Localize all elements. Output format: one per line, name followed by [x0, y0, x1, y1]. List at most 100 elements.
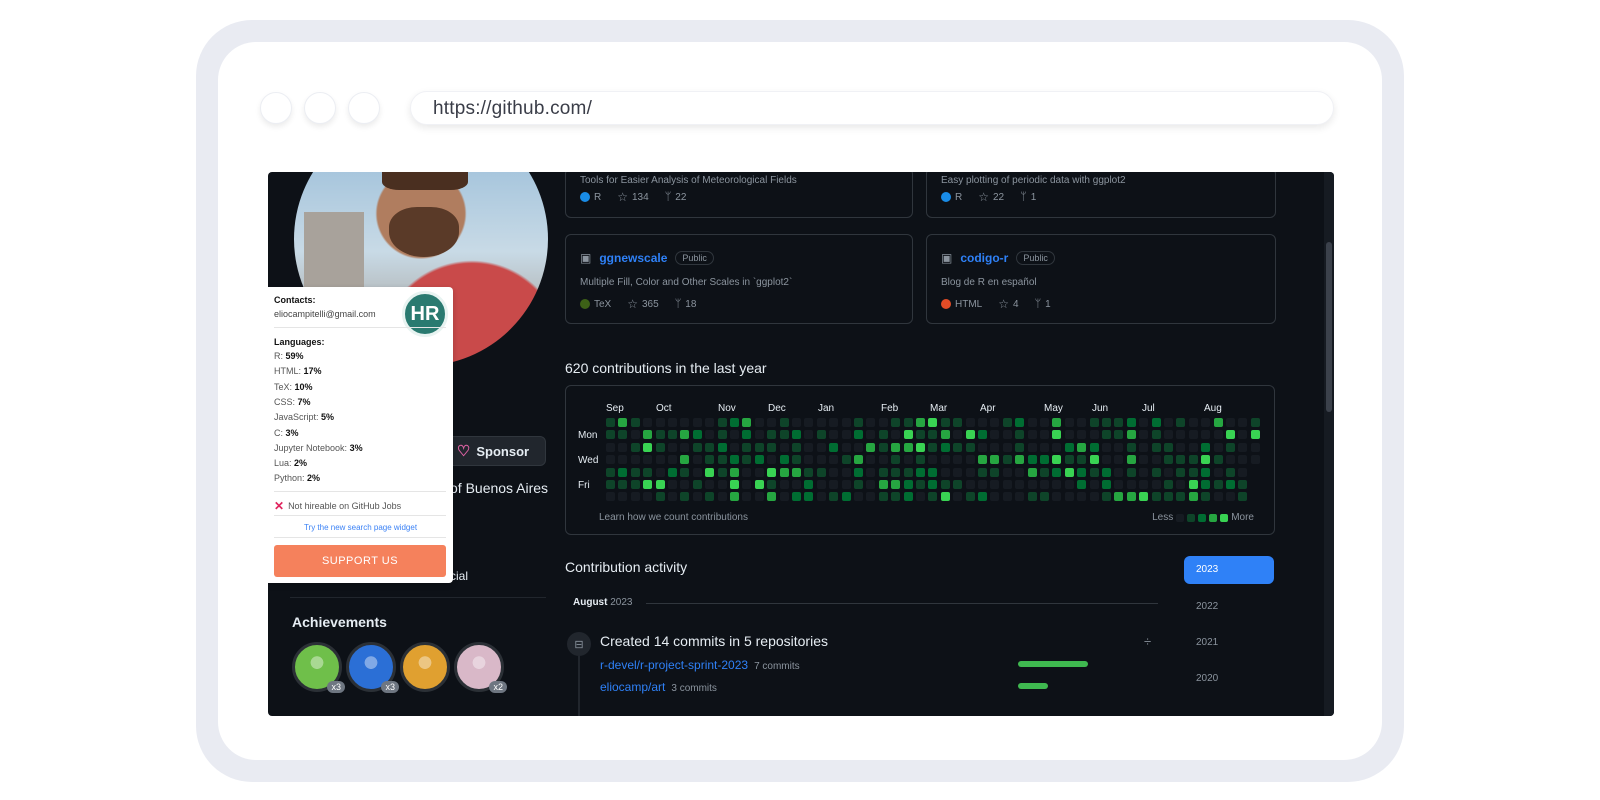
contribution-day[interactable]: [1250, 430, 1260, 440]
contribution-day[interactable]: [816, 418, 826, 427]
contribution-day[interactable]: [730, 430, 739, 440]
page-scrollbar[interactable]: [1324, 172, 1334, 716]
contribution-day[interactable]: [1002, 430, 1012, 440]
contribution-day[interactable]: [1064, 480, 1074, 489]
contribution-day[interactable]: [668, 455, 677, 465]
contribution-day[interactable]: [767, 480, 777, 489]
contribution-day[interactable]: [668, 492, 677, 502]
contribution-day[interactable]: [717, 492, 727, 502]
contribution-day[interactable]: [1089, 442, 1099, 452]
contribution-day[interactable]: [767, 467, 777, 477]
contribution-day[interactable]: [891, 492, 901, 502]
contribution-day[interactable]: [655, 430, 665, 440]
repo-forks[interactable]: ᛘ 22: [665, 191, 687, 203]
contribution-day[interactable]: [618, 418, 628, 427]
contribution-day[interactable]: [792, 467, 801, 477]
contribution-day[interactable]: [965, 430, 975, 440]
contribution-day[interactable]: [1102, 467, 1111, 477]
contribution-day[interactable]: [1002, 467, 1012, 477]
contribution-day[interactable]: [618, 442, 628, 452]
contribution-day[interactable]: [730, 455, 739, 465]
contribution-day[interactable]: [1151, 492, 1161, 502]
commit-repo-link[interactable]: eliocamp/art: [600, 680, 665, 694]
contribution-day[interactable]: [1151, 430, 1161, 440]
contribution-day[interactable]: [1213, 492, 1223, 502]
contribution-day[interactable]: [903, 492, 913, 502]
contribution-day[interactable]: [878, 480, 888, 489]
contribution-day[interactable]: [903, 480, 913, 489]
pull-shark-badge[interactable]: x3: [292, 642, 345, 693]
contribution-day[interactable]: [804, 418, 814, 427]
contribution-day[interactable]: [866, 480, 876, 489]
contribution-day[interactable]: [643, 430, 653, 440]
contribution-day[interactable]: [854, 467, 863, 477]
contribution-day[interactable]: [1164, 418, 1173, 427]
contribution-day[interactable]: [606, 442, 615, 452]
contribution-day[interactable]: [1226, 467, 1235, 477]
contribution-day[interactable]: [742, 492, 752, 502]
repo-stars[interactable]: ☆ 365: [627, 297, 658, 311]
contribution-day[interactable]: [1027, 455, 1037, 465]
year-link[interactable]: 2022: [1196, 601, 1218, 612]
contribution-day[interactable]: [1114, 492, 1124, 502]
contribution-day[interactable]: [1077, 480, 1087, 489]
contribution-day[interactable]: [1077, 467, 1087, 477]
contribution-day[interactable]: [1002, 442, 1012, 452]
contribution-day[interactable]: [1139, 418, 1149, 427]
contribution-day[interactable]: [1164, 492, 1173, 502]
contribution-day[interactable]: [606, 418, 615, 427]
contribution-day[interactable]: [1238, 430, 1248, 440]
contribution-day[interactable]: [854, 442, 863, 452]
contribution-day[interactable]: [928, 492, 938, 502]
contribution-day[interactable]: [1102, 418, 1111, 427]
contribution-day[interactable]: [965, 418, 975, 427]
contribution-day[interactable]: [779, 492, 789, 502]
contribution-day[interactable]: [1114, 430, 1124, 440]
contribution-day[interactable]: [804, 455, 814, 465]
contribution-day[interactable]: [854, 492, 863, 502]
contribution-day[interactable]: [742, 418, 752, 427]
contribution-day[interactable]: [1077, 442, 1087, 452]
contribution-day[interactable]: [767, 455, 777, 465]
contribution-day[interactable]: [754, 480, 764, 489]
contribution-day[interactable]: [1052, 418, 1062, 427]
contribution-day[interactable]: [878, 418, 888, 427]
contribution-day[interactable]: [1188, 430, 1198, 440]
contribution-day[interactable]: [767, 418, 777, 427]
contribution-day[interactable]: [891, 418, 901, 427]
contribution-day[interactable]: [680, 418, 690, 427]
contribution-day[interactable]: [953, 455, 963, 465]
contribution-day[interactable]: [705, 467, 715, 477]
contribution-day[interactable]: [841, 442, 851, 452]
contribution-day[interactable]: [928, 467, 938, 477]
commit-count[interactable]: 3 commits: [671, 683, 717, 694]
contribution-day[interactable]: [928, 430, 938, 440]
contribution-day[interactable]: [1114, 467, 1124, 477]
contribution-day[interactable]: [1027, 467, 1037, 477]
year-2023-button[interactable]: 2023: [1184, 556, 1274, 584]
contribution-day[interactable]: [1201, 455, 1211, 465]
contribution-day[interactable]: [1226, 418, 1235, 427]
contribution-day[interactable]: [792, 418, 801, 427]
contribution-day[interactable]: [630, 492, 640, 502]
contribution-day[interactable]: [878, 467, 888, 477]
contribution-day[interactable]: [655, 480, 665, 489]
contribution-day[interactable]: [804, 442, 814, 452]
contribution-day[interactable]: [891, 430, 901, 440]
contribution-day[interactable]: [655, 492, 665, 502]
contribution-day[interactable]: [1226, 442, 1235, 452]
contribution-day[interactable]: [779, 467, 789, 477]
contribution-day[interactable]: [916, 480, 925, 489]
contribution-day[interactable]: [878, 442, 888, 452]
contribution-day[interactable]: [1126, 418, 1136, 427]
contribution-day[interactable]: [792, 430, 801, 440]
contribution-day[interactable]: [940, 430, 950, 440]
contribution-day[interactable]: [953, 442, 963, 452]
contribution-day[interactable]: [1176, 455, 1186, 465]
contribution-day[interactable]: [866, 430, 876, 440]
contribution-day[interactable]: [606, 430, 615, 440]
contribution-day[interactable]: [1226, 480, 1235, 489]
contribution-day[interactable]: [705, 418, 715, 427]
contribution-day[interactable]: [1064, 418, 1074, 427]
contribution-day[interactable]: [668, 480, 677, 489]
